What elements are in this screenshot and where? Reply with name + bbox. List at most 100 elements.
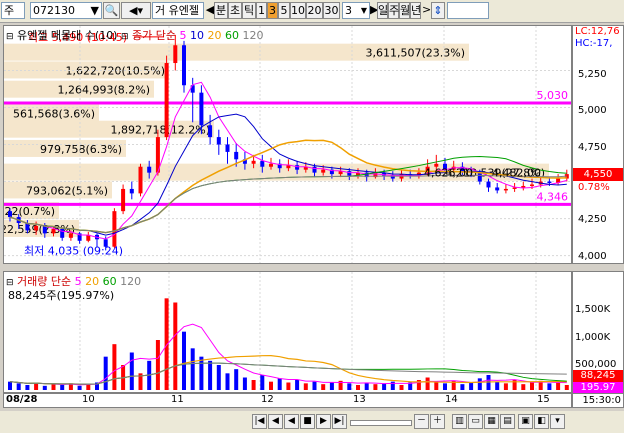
stock-name-field[interactable]: 거 유엔젤 <box>152 2 204 19</box>
interval-20-button[interactable]: 20 <box>306 2 323 19</box>
volume-bar <box>469 382 474 390</box>
resistance-label: 5,030 <box>537 89 569 102</box>
interval-10-button[interactable]: 10 <box>290 2 306 19</box>
candle <box>260 160 265 167</box>
zoom-in-icon[interactable]: ＋ <box>430 414 445 429</box>
chevron-down-icon[interactable]: ▼ <box>91 3 99 18</box>
grid-icon[interactable]: ▦ <box>484 414 499 429</box>
volume-bar <box>60 385 65 390</box>
candle <box>51 228 56 234</box>
volume-bar <box>199 356 204 390</box>
market-label: 주 <box>4 4 15 17</box>
interval-5-button[interactable]: 5 <box>278 2 290 19</box>
legend-ma5: 5 <box>179 29 187 42</box>
candle <box>547 181 552 184</box>
volume-bar <box>329 382 334 390</box>
volume-bar <box>460 384 465 390</box>
volume-bar <box>425 377 430 390</box>
type-label: 거 <box>155 4 166 17</box>
volume-bar <box>347 383 352 390</box>
candle <box>477 172 482 182</box>
year-button[interactable]: 년 <box>410 2 421 19</box>
chart-icon[interactable]: ▣ <box>518 414 533 429</box>
zoom-out-icon[interactable]: － <box>414 414 429 429</box>
minute-button[interactable]: 분 <box>214 2 228 19</box>
volume-bar <box>155 340 160 390</box>
current-volume-pct: 195.97 <box>573 382 623 393</box>
interval-1-button[interactable]: 1 <box>256 2 267 19</box>
side-label: 4,626,00 <box>424 167 473 180</box>
period-next-icon[interactable]: > <box>422 2 431 19</box>
minus-box-icon[interactable]: ⊟ <box>6 32 14 42</box>
axis-tick: 1,500K <box>575 304 611 315</box>
side-label: 4,482,00 <box>492 167 541 180</box>
bar-chart-icon[interactable]: ▥ <box>452 414 467 429</box>
volume-bar <box>269 381 273 390</box>
volume-bar <box>251 380 256 390</box>
first-icon[interactable]: |◀ <box>252 414 267 429</box>
volume-bar <box>51 384 56 390</box>
axis-tick: 500,000 <box>575 359 617 370</box>
volume-chart-pane[interactable]: ⊟ 거래량 단순 5 20 60 120 88,245주(195.97%) <box>3 271 572 393</box>
legend-ma20: 20 <box>207 29 222 42</box>
volume-bar <box>521 384 526 390</box>
low-label: 최저 4,035 (09:24) <box>24 244 123 257</box>
volume-bar <box>42 385 47 390</box>
volume-bar <box>8 381 12 390</box>
legend-ma-label: 종가 단순 <box>132 29 177 42</box>
candle <box>530 184 534 186</box>
price-chart-pane[interactable]: 3,611,507(23.3%) 1,622,720(10.5%) 1,264,99… <box>3 25 572 264</box>
second-button[interactable]: 초 <box>228 2 242 19</box>
price-legend: ⊟ 유엔젤 매물대 수(10) ⊟ 종가 단순 5 10 20 60 120 <box>6 27 264 43</box>
date-label: 13 <box>353 394 366 405</box>
prev-icon[interactable]: ◀ <box>268 414 283 429</box>
chevron-down-icon[interactable]: ▼ <box>361 3 367 18</box>
current-change: 0.78% <box>578 182 610 193</box>
month-button[interactable]: 월 <box>399 2 410 19</box>
axis-tick: 5,250 <box>578 69 607 80</box>
play-icon[interactable]: ▶ <box>316 414 331 429</box>
stop-icon[interactable]: ■ <box>300 414 315 429</box>
market-select[interactable]: 주 <box>1 2 25 19</box>
layout-icon[interactable]: ◧ <box>534 414 549 429</box>
tick-button[interactable]: 틱 <box>242 2 256 19</box>
axis-tick: 4,250 <box>578 214 607 225</box>
search-icon[interactable]: 🔍 <box>103 2 120 19</box>
volume-bar <box>260 375 265 390</box>
candle <box>112 211 117 247</box>
day-button[interactable]: 일 <box>377 2 388 19</box>
scroll-slider[interactable] <box>350 420 412 426</box>
candle <box>251 160 256 164</box>
next-icon[interactable]: ▶| <box>332 414 347 429</box>
candle <box>503 188 508 191</box>
settings-icon[interactable]: ▾ <box>550 414 565 429</box>
volume-bar <box>356 385 360 390</box>
extra-input[interactable] <box>447 2 489 19</box>
interval-30-button[interactable]: 30 <box>323 2 340 19</box>
week-button[interactable]: 주 <box>388 2 399 19</box>
volume-bar <box>103 356 108 390</box>
minus-box-icon[interactable]: ⊟ <box>121 32 129 42</box>
volume-bar <box>277 378 282 390</box>
price-axis: LC:12,76 HC:-17, 5,250 5,000 4,750 4,550… <box>572 25 624 264</box>
volume-profile-label: 1,892,718(12.2%) <box>110 124 210 137</box>
candle <box>234 151 239 160</box>
volume-bar <box>373 384 378 390</box>
lc-label: LC:12,76 <box>575 26 620 37</box>
candle <box>495 187 500 191</box>
table-icon[interactable]: ▤ <box>500 414 515 429</box>
volume-bar <box>312 381 317 390</box>
candle <box>199 92 204 126</box>
updown-arrow-icon[interactable]: ⇕ <box>431 2 445 19</box>
volume-bar <box>190 348 195 390</box>
play-reverse-icon[interactable]: ◀ <box>284 414 299 429</box>
candle <box>173 45 178 64</box>
volume-bar <box>16 383 21 390</box>
current-volume-badge: 88,245 <box>573 370 623 382</box>
count-select[interactable]: 3 ▼ <box>342 2 370 19</box>
candle <box>347 171 352 176</box>
speaker-icon[interactable]: ◀▾ <box>121 2 151 19</box>
full-view-icon[interactable]: ▭ <box>468 414 483 429</box>
interval-3-button[interactable]: 3 <box>267 2 278 19</box>
stock-code-input[interactable]: 072130 ▼ <box>30 2 102 19</box>
